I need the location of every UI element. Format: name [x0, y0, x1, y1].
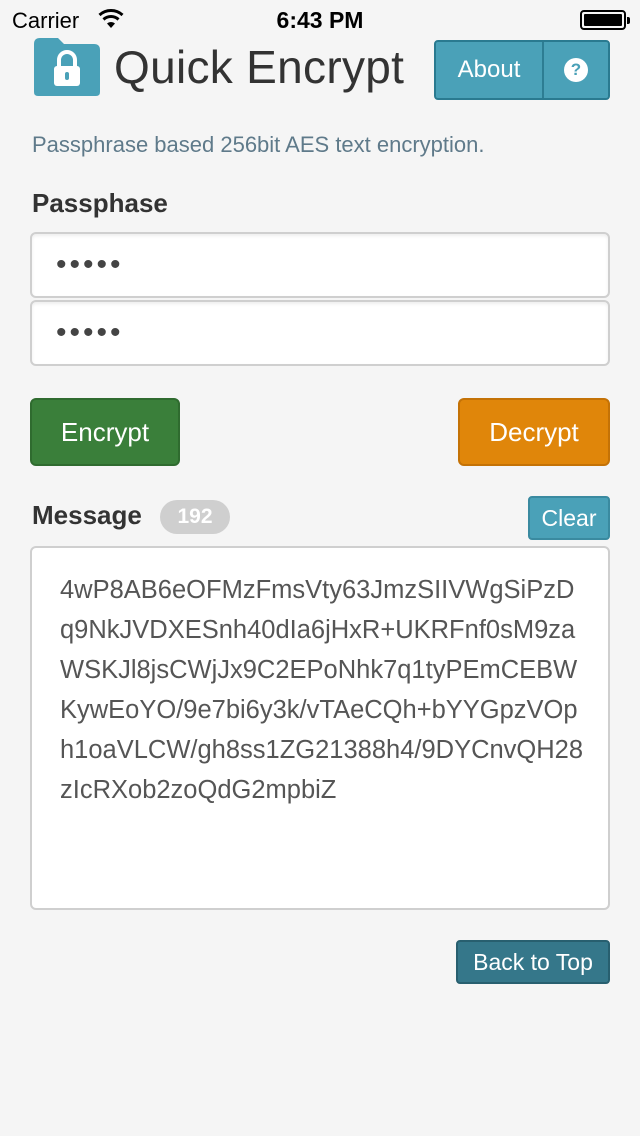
header-button-group: About ? [434, 40, 610, 100]
tagline: Passphrase based 256bit AES text encrypt… [32, 132, 485, 157]
passphrase-input[interactable]: ••••• [30, 232, 610, 298]
about-button[interactable]: About [436, 42, 544, 98]
clock: 6:43 PM [276, 7, 364, 33]
question-circle-icon: ? [564, 58, 588, 82]
back-to-top-button[interactable]: Back to Top [456, 940, 610, 984]
clear-button[interactable]: Clear [528, 496, 610, 540]
message-label: Message [32, 500, 142, 530]
help-button[interactable]: ? [544, 42, 608, 98]
lock-folder-icon [34, 38, 100, 96]
encrypt-button[interactable]: Encrypt [30, 398, 180, 466]
message-textarea[interactable]: 4wP8AB6eOFMzFmsVty63JmzSIIVWgSiPzDq9NkJV… [30, 546, 610, 910]
app-title: Quick Encrypt [114, 41, 405, 93]
passphrase-label: Passphase [32, 188, 168, 218]
character-count-badge: 192 [160, 500, 230, 534]
battery-icon [580, 10, 630, 30]
decrypt-button[interactable]: Decrypt [458, 398, 610, 466]
passphrase-confirm-input[interactable]: ••••• [30, 300, 610, 366]
